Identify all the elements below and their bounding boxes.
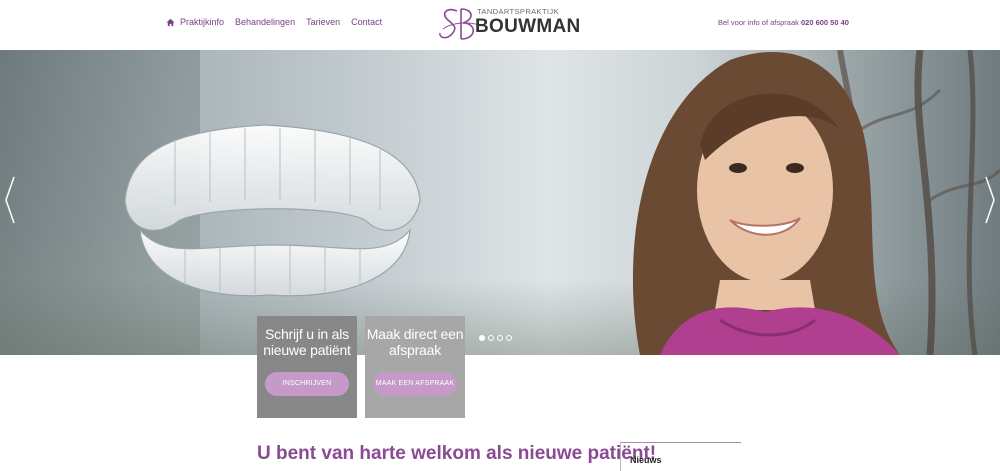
nav-item-label: Behandelingen <box>235 17 296 27</box>
slider-dot[interactable] <box>479 335 485 341</box>
slider-prev-icon[interactable] <box>4 175 16 225</box>
phone-label: Bel voor info of afspraak <box>718 18 799 27</box>
slider-dot[interactable] <box>497 335 503 341</box>
nav-item-label: Praktijkinfo <box>180 17 225 27</box>
phone-info: Bel voor info of afspraak 020 600 50 40 <box>718 18 849 27</box>
nav-item-contact[interactable]: Contact <box>351 17 382 27</box>
cta-register-box: Schrijf u in als nieuwe patiënt INSCHRIJ… <box>257 316 357 418</box>
nav-item-label: Tarieven <box>306 17 341 27</box>
hero-slider <box>0 50 1000 355</box>
main-nav: Praktijkinfo Behandelingen Tarieven Cont… <box>166 17 382 27</box>
cta-title: Maak direct een afspraak <box>366 326 464 358</box>
cta-appointment-box: Maak direct een afspraak MAAK EEN AFSPRA… <box>365 316 465 418</box>
nav-item-label: Contact <box>351 17 383 27</box>
logo-name: BOUWMAN <box>475 16 581 37</box>
slider-next-icon[interactable] <box>984 175 996 225</box>
slider-dot[interactable] <box>506 335 512 341</box>
slider-pagination <box>479 335 512 341</box>
nav-item-behandelingen[interactable]: Behandelingen <box>235 17 295 27</box>
phone-number[interactable]: 020 600 50 40 <box>801 18 849 27</box>
logo[interactable]: TANDARTSPRAKTIJK BOUWMAN <box>437 5 580 43</box>
news-widget: Nieuws <box>620 442 741 471</box>
slider-dot[interactable] <box>488 335 494 341</box>
nav-item-praktijkinfo[interactable]: Praktijkinfo <box>166 17 224 27</box>
cta-title: Schrijf u in als nieuwe patiënt <box>263 326 351 358</box>
site-header: Praktijkinfo Behandelingen Tarieven Cont… <box>0 0 1000 50</box>
news-title: Nieuws <box>630 455 662 465</box>
logo-subtitle: TANDARTSPRAKTIJK <box>477 7 559 16</box>
make-appointment-button[interactable]: MAAK EEN AFSPRAAK <box>373 372 457 396</box>
smiling-woman-image <box>632 51 900 355</box>
register-button[interactable]: INSCHRIJVEN <box>265 372 349 396</box>
nav-item-tarieven[interactable]: Tarieven <box>306 17 340 27</box>
welcome-heading: U bent van harte welkom als nieuwe patië… <box>257 443 657 464</box>
home-icon <box>166 18 175 26</box>
